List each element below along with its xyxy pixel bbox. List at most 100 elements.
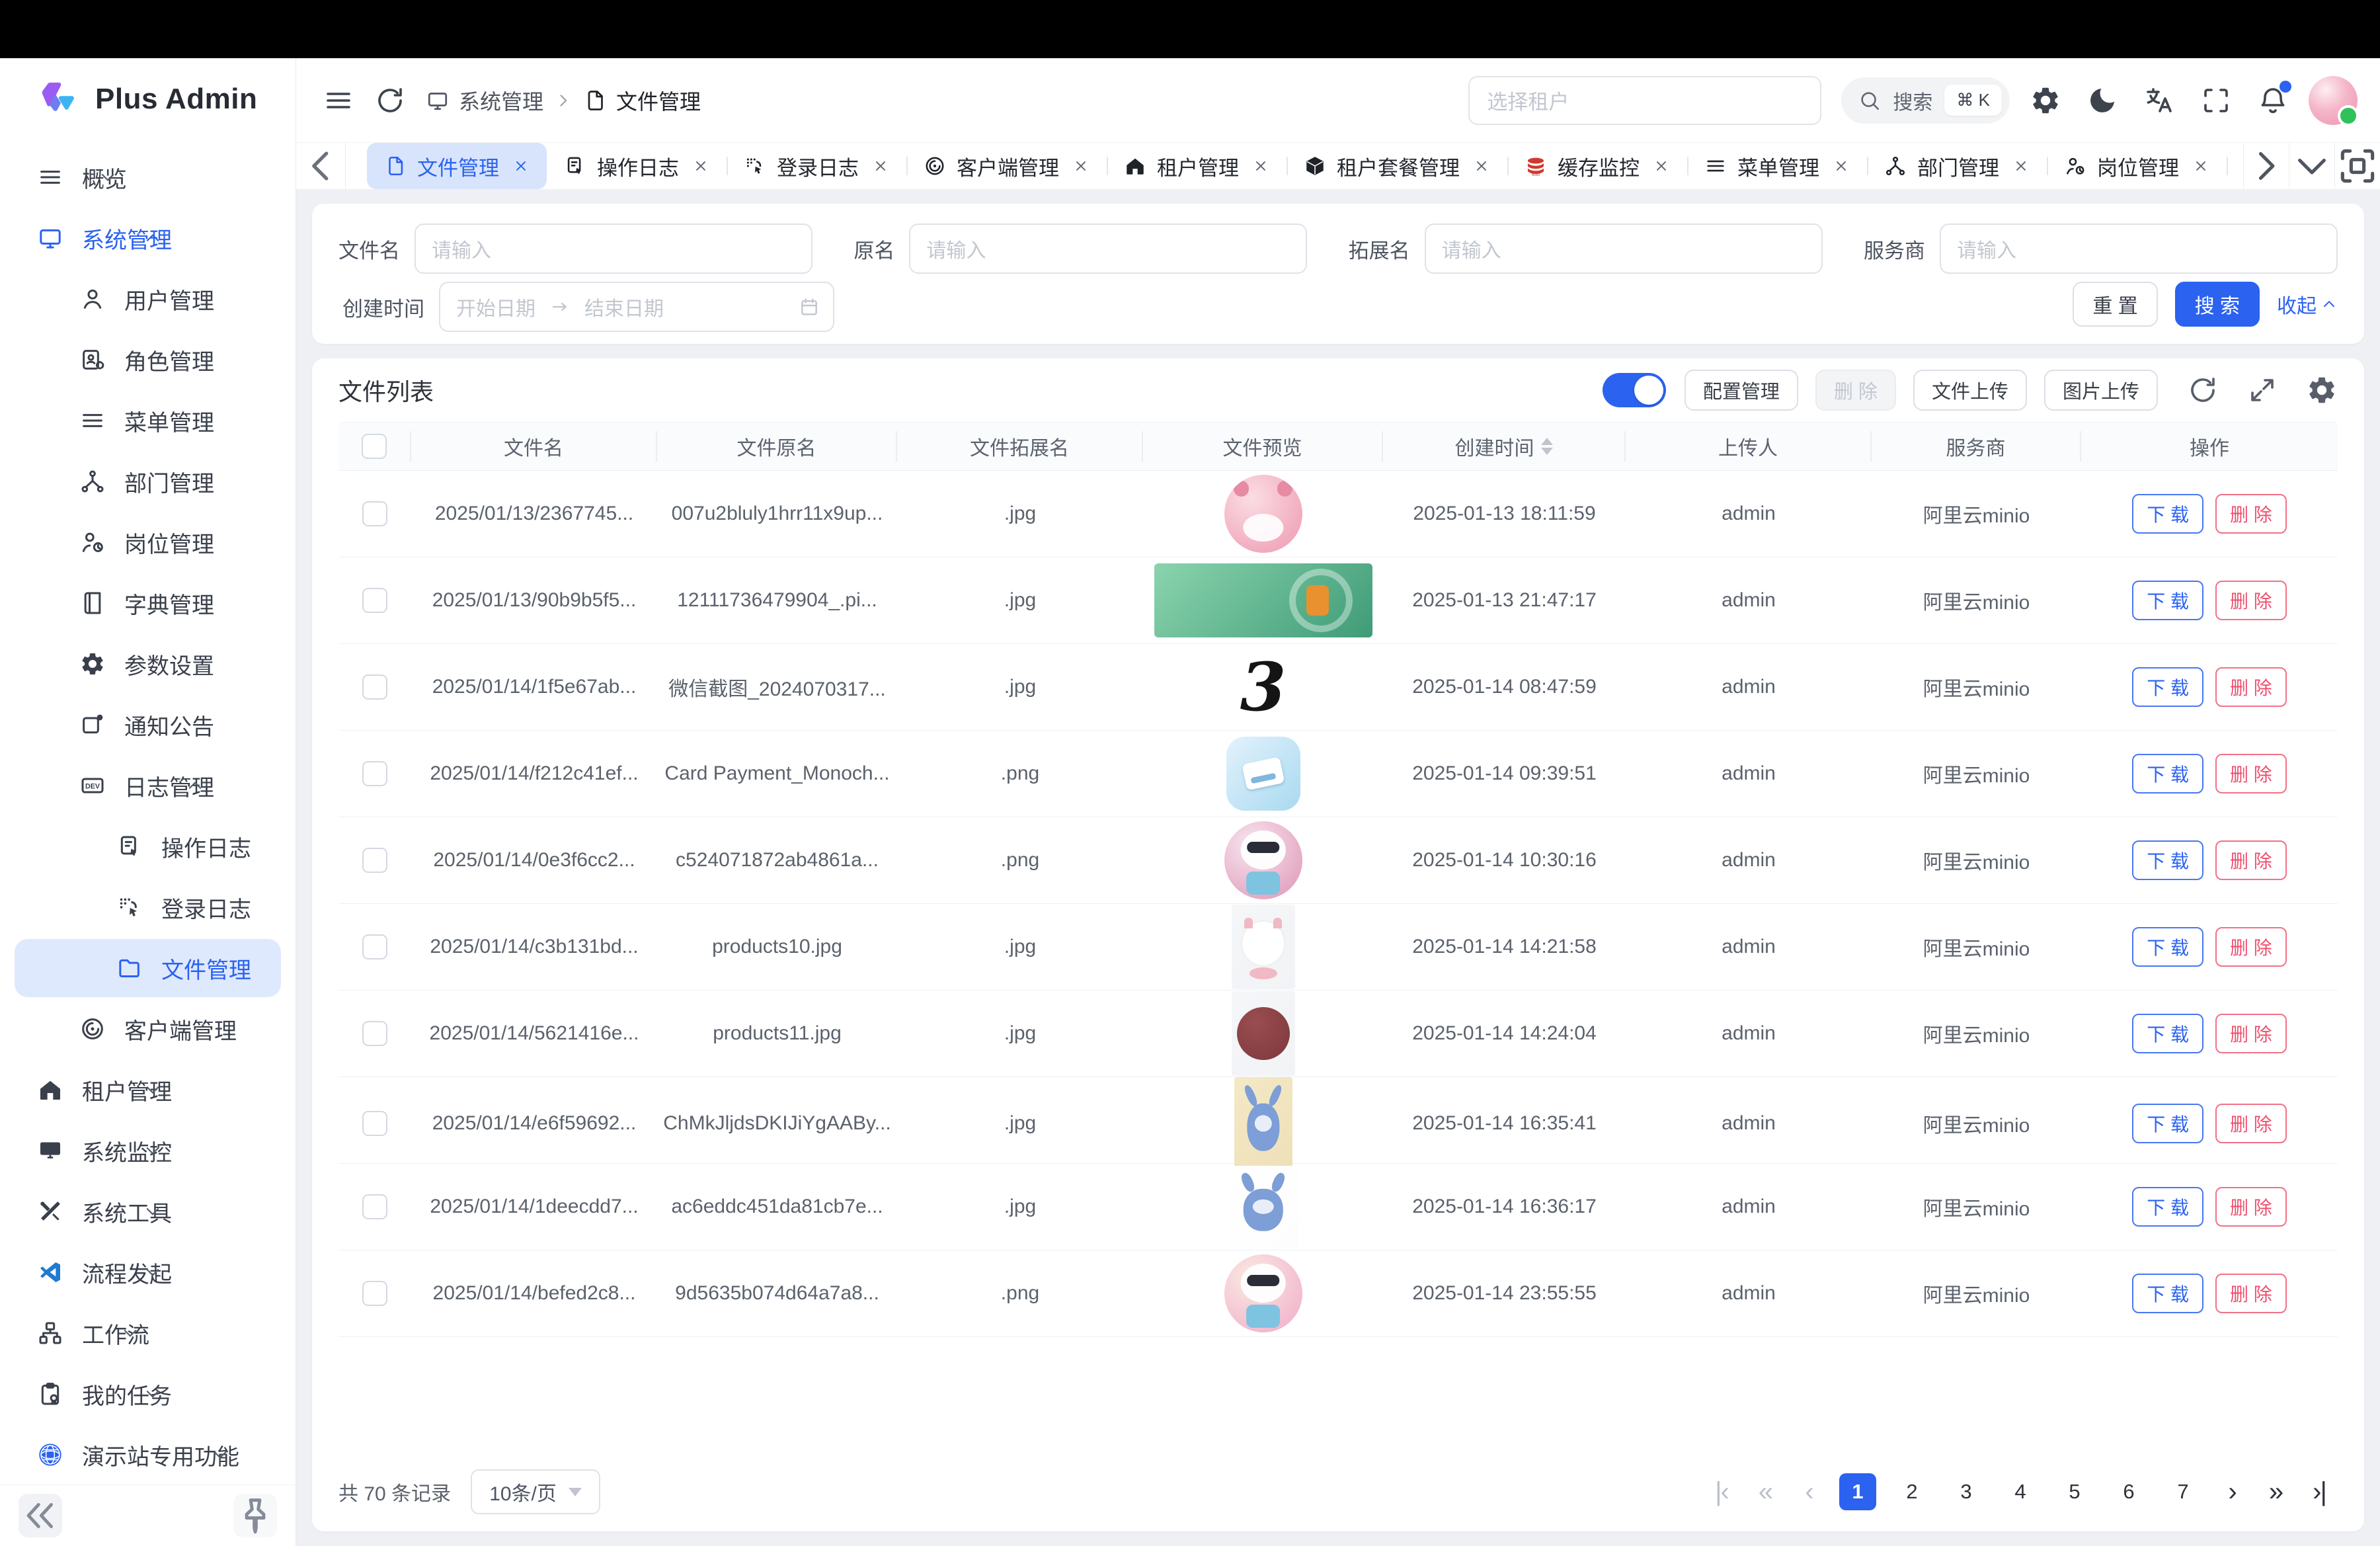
delete-button[interactable]: 删 除	[2215, 927, 2287, 967]
sidebar-item-操作日志[interactable]: 操作日志	[0, 816, 296, 877]
table-refresh-icon[interactable]	[2187, 374, 2219, 406]
next-page-button[interactable]: ›	[2213, 1473, 2250, 1510]
sidebar-item-岗位管理[interactable]: 岗位管理	[0, 512, 296, 573]
tab-租户套餐管理[interactable]: 租户套餐管理	[1287, 143, 1507, 189]
page-4[interactable]: 4	[2002, 1473, 2039, 1510]
sidebar-item-系统工具[interactable]: 系统工具	[0, 1181, 296, 1242]
sort-control[interactable]	[1541, 438, 1553, 455]
file-preview-image[interactable]	[1226, 737, 1300, 811]
download-button[interactable]: 下 载	[2132, 1104, 2203, 1143]
download-button[interactable]: 下 载	[2132, 840, 2203, 880]
服务商-input[interactable]: 请输入	[1940, 224, 2338, 274]
last-page-button[interactable]: ›|	[2301, 1473, 2338, 1510]
row-checkbox[interactable]	[362, 1194, 387, 1219]
config-toggle[interactable]	[1603, 373, 1666, 407]
close-icon[interactable]	[692, 157, 709, 175]
moon-icon[interactable]	[2086, 85, 2118, 116]
row-checkbox[interactable]	[362, 1021, 387, 1046]
tenant-select[interactable]: 选择租户	[1468, 76, 1821, 125]
row-checkbox[interactable]	[362, 501, 387, 526]
tabs-scroll-right-button[interactable]	[2243, 143, 2289, 189]
close-icon[interactable]	[1252, 157, 1269, 175]
close-icon[interactable]	[1833, 157, 1850, 175]
table-settings-icon[interactable]	[2306, 374, 2338, 406]
row-checkbox[interactable]	[362, 588, 387, 613]
delete-button[interactable]: 删 除	[2215, 840, 2287, 880]
sidebar-item-字典管理[interactable]: 字典管理	[0, 573, 296, 633]
sidebar-item-演示站专用功能[interactable]: 演示站专用功能	[0, 1424, 296, 1485]
tab-操作日志[interactable]: 操作日志	[547, 143, 727, 189]
file-preview-image[interactable]	[1232, 905, 1295, 989]
select-all-checkbox[interactable]	[362, 434, 387, 459]
toolbar-button-配置管理[interactable]: 配置管理	[1685, 370, 1798, 411]
tab-租户管理[interactable]: 租户管理	[1107, 143, 1287, 189]
close-icon[interactable]	[2192, 157, 2209, 175]
page-2[interactable]: 2	[1893, 1473, 1930, 1510]
tab-菜单管理[interactable]: 菜单管理	[1687, 143, 1867, 189]
download-button[interactable]: 下 载	[2132, 581, 2203, 620]
delete-button[interactable]: 删 除	[2215, 754, 2287, 793]
download-button[interactable]: 下 载	[2132, 927, 2203, 967]
sidebar-item-用户管理[interactable]: 用户管理	[0, 268, 296, 329]
sidebar-item-租户管理[interactable]: 租户管理	[0, 1059, 296, 1120]
delete-button[interactable]: 删 除	[2215, 1104, 2287, 1143]
file-preview-image[interactable]: 3	[1240, 654, 1287, 720]
delete-button[interactable]: 删 除	[2215, 494, 2287, 534]
sidebar-item-通知公告[interactable]: 通知公告	[0, 694, 296, 755]
sidebar-item-登录日志[interactable]: 登录日志	[0, 877, 296, 938]
sidebar-pin-button[interactable]	[233, 1494, 277, 1537]
date-range-input[interactable]: 开始日期 结束日期	[439, 282, 834, 332]
delete-button[interactable]: 删 除	[2215, 667, 2287, 707]
reset-button[interactable]: 重 置	[2073, 282, 2157, 327]
toolbar-button-图片上传[interactable]: 图片上传	[2044, 370, 2158, 411]
sidebar-item-系统监控[interactable]: 系统监控	[0, 1120, 296, 1181]
page-7[interactable]: 7	[2164, 1473, 2202, 1510]
tabs-dropdown-button[interactable]	[2289, 143, 2334, 189]
tab-岗位管理[interactable]: 岗位管理	[2047, 143, 2227, 189]
gear-icon[interactable]	[2030, 85, 2061, 116]
avatar[interactable]	[2309, 76, 2358, 125]
app-logo[interactable]: Plus Admin	[0, 58, 296, 138]
delete-button[interactable]: 删 除	[2215, 581, 2287, 620]
sidebar-item-参数设置[interactable]: 参数设置	[0, 633, 296, 694]
close-icon[interactable]	[1653, 157, 1670, 175]
download-button[interactable]: 下 载	[2132, 1187, 2203, 1227]
拓展名-input[interactable]: 请输入	[1425, 224, 1823, 274]
download-button[interactable]: 下 载	[2132, 754, 2203, 793]
row-checkbox[interactable]	[362, 848, 387, 873]
file-preview-image[interactable]	[1224, 475, 1302, 553]
translate-icon[interactable]	[2143, 85, 2175, 116]
file-preview-image[interactable]	[1154, 563, 1372, 637]
sidebar-collapse-button[interactable]	[19, 1494, 62, 1537]
close-icon[interactable]	[2012, 157, 2030, 175]
breadcrumb-item-system[interactable]: 系统管理	[426, 85, 543, 116]
sidebar-item-部门管理[interactable]: 部门管理	[0, 451, 296, 512]
sidebar-item-角色管理[interactable]: 角色管理	[0, 329, 296, 390]
bell-icon[interactable]	[2257, 85, 2289, 116]
page-5[interactable]: 5	[2056, 1473, 2093, 1510]
fullscreen-icon[interactable]	[2200, 85, 2232, 116]
content-fullscreen-button[interactable]	[2334, 143, 2380, 189]
close-icon[interactable]	[872, 157, 889, 175]
table-expand-icon[interactable]	[2246, 374, 2278, 406]
tab-客户端管理[interactable]: 客户端管理	[906, 143, 1107, 189]
tab-部门管理[interactable]: 部门管理	[1867, 143, 2047, 189]
file-preview-image[interactable]	[1224, 821, 1302, 899]
page-3[interactable]: 3	[1948, 1473, 1985, 1510]
download-button[interactable]: 下 载	[2132, 1014, 2203, 1053]
page-size-select[interactable]: 10条/页	[471, 1469, 600, 1514]
file-preview-image[interactable]	[1224, 1254, 1302, 1332]
sidebar-item-系统管理[interactable]: 系统管理	[0, 208, 296, 268]
close-icon[interactable]	[1473, 157, 1490, 175]
tab-缓存监控[interactable]: redis缓存监控	[1507, 143, 1687, 189]
tab-文件管理[interactable]: 文件管理	[367, 143, 547, 189]
tab-登录日志[interactable]: 登录日志	[727, 143, 906, 189]
file-preview-image[interactable]	[1228, 1166, 1299, 1248]
delete-button[interactable]: 删 除	[2215, 1014, 2287, 1053]
jump-forward-button[interactable]: »	[2257, 1473, 2294, 1510]
sidebar-item-我的任务[interactable]: 我的任务	[0, 1363, 296, 1424]
sidebar-item-菜单管理[interactable]: 菜单管理	[0, 390, 296, 451]
refresh-icon[interactable]	[374, 85, 406, 116]
sidebar-item-流程发起[interactable]: 流程发起	[0, 1242, 296, 1303]
tabs-scroll-left-button[interactable]	[296, 143, 346, 189]
